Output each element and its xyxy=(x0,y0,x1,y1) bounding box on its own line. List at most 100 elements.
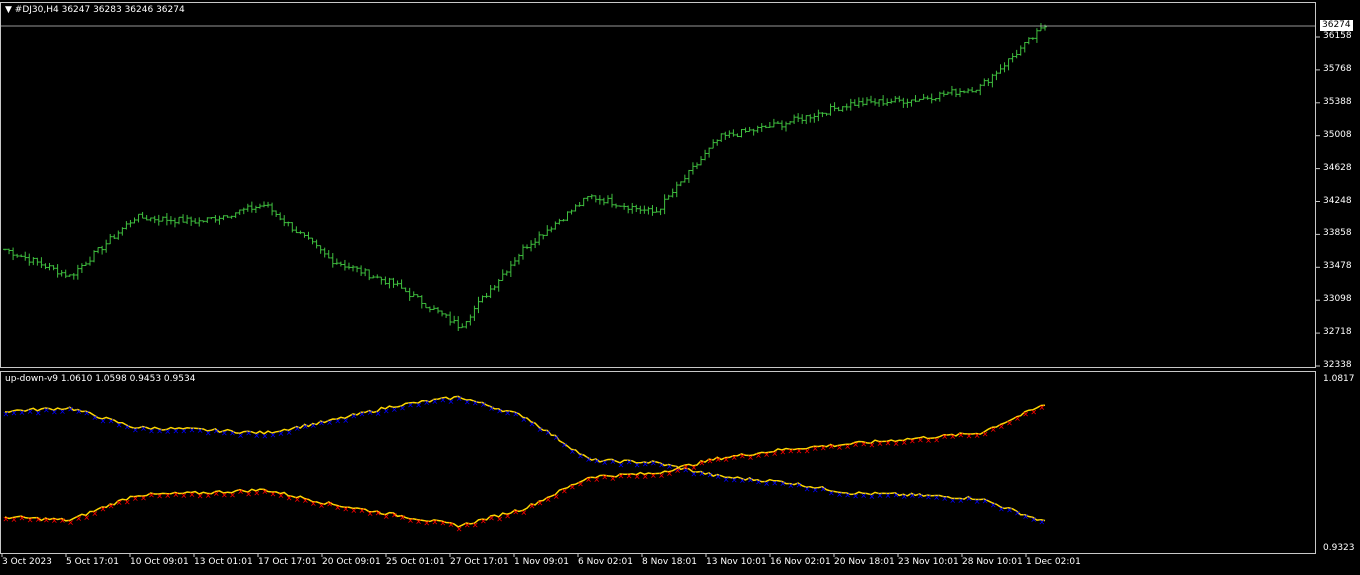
indicator-marker: ✕ xyxy=(593,476,600,485)
indicator-marker: ✕ xyxy=(650,459,657,468)
price-axis-label: 35008 xyxy=(1323,129,1352,140)
indicator-marker: ✕ xyxy=(836,490,843,499)
indicator-marker: ✕ xyxy=(561,441,568,450)
time-axis-label: 28 Nov 10:01 xyxy=(962,557,1023,567)
indicator-marker: ✕ xyxy=(229,429,236,438)
indicator-marker: ✕ xyxy=(375,509,382,518)
indicator-marker: ✕ xyxy=(221,429,228,438)
indicator-marker: ✕ xyxy=(1030,515,1037,524)
indicator-marker: ✕ xyxy=(197,427,204,436)
indicator-marker: ✕ xyxy=(92,413,99,422)
indicator-marker: ✕ xyxy=(601,473,608,482)
indicator-marker: ✕ xyxy=(108,417,115,426)
indicator-marker: ✕ xyxy=(537,499,544,508)
indicator-marker: ✕ xyxy=(100,505,107,514)
time-axis-label: 20 Nov 18:01 xyxy=(834,557,895,567)
indicator-marker: ✕ xyxy=(156,427,163,436)
indicator-marker: ✕ xyxy=(545,495,552,504)
indicator-marker: ✕ xyxy=(804,447,811,456)
price-axis-label: 33858 xyxy=(1323,228,1352,239)
indicator-marker: ✕ xyxy=(440,396,447,405)
indicator-marker: ✕ xyxy=(342,505,349,514)
indicator-marker: ✕ xyxy=(407,517,414,526)
indicator-marker: ✕ xyxy=(488,514,495,523)
indicator-marker: ✕ xyxy=(229,491,236,500)
indicator-marker: ✕ xyxy=(828,489,835,498)
indicator-marker: ✕ xyxy=(43,516,50,525)
indicator-marker: ✕ xyxy=(585,476,592,485)
indicator-marker: ✕ xyxy=(391,405,398,414)
indicator-marker: ✕ xyxy=(205,429,212,438)
indicator-marker: ✕ xyxy=(941,495,948,504)
price-axis-label: 34248 xyxy=(1323,195,1352,206)
indicator-marker: ✕ xyxy=(1022,410,1029,419)
indicator-marker: ✕ xyxy=(148,427,155,436)
indicator-marker: ✕ xyxy=(423,519,430,528)
indicator-marker: ✕ xyxy=(812,444,819,453)
indicator-marker: ✕ xyxy=(844,442,851,451)
time-axis-label: 6 Nov 02:01 xyxy=(578,557,633,567)
indicator-marker: ✕ xyxy=(868,493,875,502)
indicator-marker: ✕ xyxy=(172,490,179,499)
price-axis-label: 32718 xyxy=(1323,327,1352,338)
indicator-marker: ✕ xyxy=(707,457,714,466)
indicator-marker: ✕ xyxy=(909,491,916,500)
indicator-marker: ✕ xyxy=(788,482,795,491)
price-axis-label: 32338 xyxy=(1323,360,1352,370)
time-axis-label: 1 Nov 09:01 xyxy=(514,557,569,567)
indicator-marker: ✕ xyxy=(690,464,697,473)
indicator-marker: ✕ xyxy=(585,456,592,465)
indicator-marker: ✕ xyxy=(520,508,527,517)
indicator-marker: ✕ xyxy=(472,521,479,530)
indicator-marker: ✕ xyxy=(577,452,584,461)
indicator-marker: ✕ xyxy=(731,454,738,463)
indicator-marker: ✕ xyxy=(132,495,139,504)
indicator-marker: ✕ xyxy=(699,469,706,478)
indicator-marker: ✕ xyxy=(868,441,875,450)
ohlc-bars xyxy=(3,23,1047,332)
indicator-marker: ✕ xyxy=(877,439,884,448)
indicator-marker: ✕ xyxy=(828,442,835,451)
time-axis-label: 27 Oct 17:01 xyxy=(450,557,509,567)
indicator-marker: ✕ xyxy=(83,513,90,522)
indicator-marker: ✕ xyxy=(172,427,179,436)
indicator-marker: ✕ xyxy=(771,450,778,459)
indicator-marker: ✕ xyxy=(747,453,754,462)
indicator-marker: ✕ xyxy=(755,478,762,487)
indicator-marker: ✕ xyxy=(92,509,99,518)
indicator-marker: ✕ xyxy=(634,461,641,470)
indicator-marker: ✕ xyxy=(294,425,301,434)
indicator-marker: ✕ xyxy=(529,420,536,429)
indicator-marker: ✕ xyxy=(3,515,10,524)
indicator-marker: ✕ xyxy=(901,492,908,501)
indicator-marker: ✕ xyxy=(124,498,131,507)
indicator-marker: ✕ xyxy=(75,407,82,416)
indicator-marker: ✕ xyxy=(763,451,770,460)
indicator-marker: ✕ xyxy=(885,439,892,448)
indicator-marker: ✕ xyxy=(286,494,293,503)
indicator-marker: ✕ xyxy=(270,431,277,440)
indicator-marker: ✕ xyxy=(739,452,746,461)
indicator-marker: ✕ xyxy=(545,428,552,437)
indicator-marker: ✕ xyxy=(464,521,471,530)
indicator-axis-bottom: 0.9323 xyxy=(1323,543,1355,553)
indicator-marker: ✕ xyxy=(253,432,260,441)
indicator-marker: ✕ xyxy=(310,422,317,431)
time-axis-label: 5 Oct 17:01 xyxy=(66,557,119,567)
indicator-marker: ✕ xyxy=(367,510,374,519)
indicator-marker: ✕ xyxy=(334,503,341,512)
indicator-marker: ✕ xyxy=(731,476,738,485)
indicator-marker: ✕ xyxy=(618,461,625,470)
indicator-marker: ✕ xyxy=(658,461,665,470)
indicator-marker: ✕ xyxy=(877,492,884,501)
price-axis-label: 33478 xyxy=(1323,261,1352,272)
indicator-marker: ✕ xyxy=(326,500,333,509)
indicator-marker: ✕ xyxy=(108,502,115,511)
indicator-marker: ✕ xyxy=(302,422,309,431)
indicator-marker: ✕ xyxy=(261,487,268,496)
indicator-marker: ✕ xyxy=(601,459,608,468)
indicator-marker: ✕ xyxy=(148,491,155,500)
indicator-marker: ✕ xyxy=(334,417,341,426)
time-axis-label: 23 Nov 10:01 xyxy=(898,557,959,567)
indicator-marker: ✕ xyxy=(359,410,366,419)
